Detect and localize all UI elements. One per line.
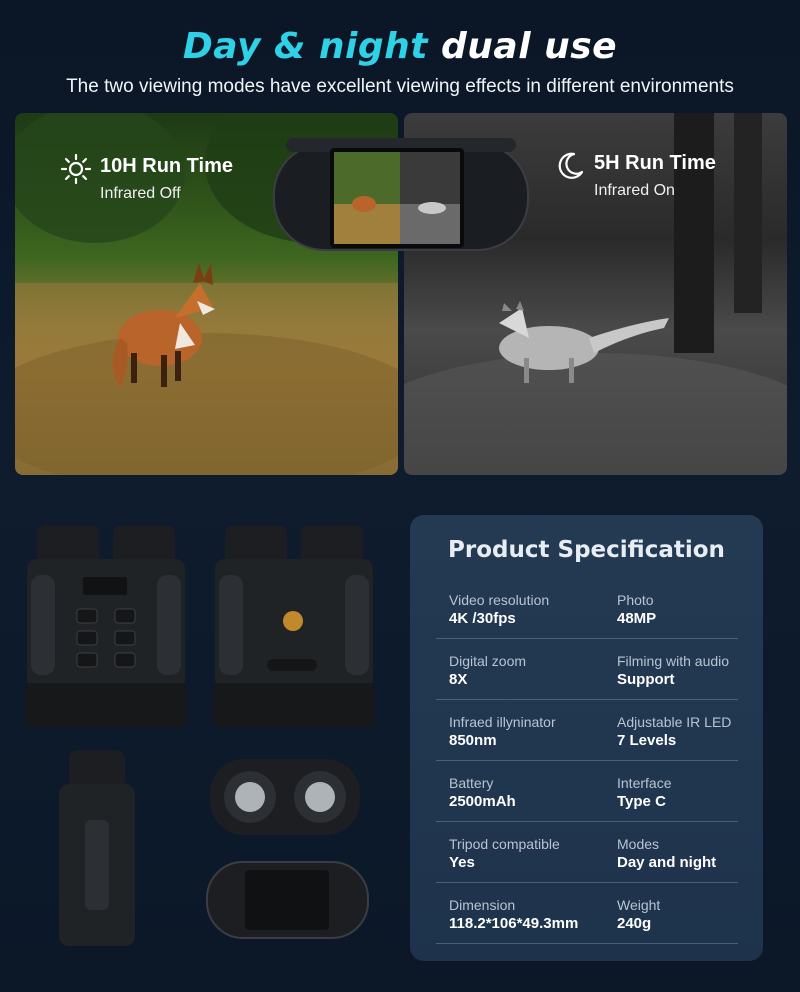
- spec-value: 850nm: [449, 732, 497, 749]
- device-screen-preview: [273, 138, 529, 251]
- page-subtitle: The two viewing modes have excellent vie…: [66, 76, 734, 97]
- spec-label: Infraed illyninator: [449, 714, 556, 730]
- spec-title: Product Specification: [448, 537, 725, 563]
- spec-value: 240g: [617, 915, 652, 932]
- spec-label: Tripod compatible: [449, 836, 560, 852]
- spec-row: Battery 2500mAh Interface Type C: [436, 760, 738, 822]
- spec-row: Digital zoom 8X Filming with audio Support: [436, 638, 738, 700]
- spec-value: 7 Levels: [617, 732, 677, 749]
- spec-value: 2500mAh: [449, 793, 516, 810]
- spec-label: Interface: [617, 775, 672, 791]
- binocular-top-view: [210, 759, 360, 835]
- title-rest: dual use: [441, 26, 618, 67]
- spec-value: Yes: [449, 854, 475, 871]
- day-runtime: 10H Run Time: [100, 155, 233, 177]
- spec-value: 48MP: [617, 610, 657, 627]
- spec-label: Adjustable IR LED: [617, 714, 732, 730]
- binocular-side-view: [59, 750, 135, 946]
- product-views: [15, 515, 395, 955]
- binocular-front-view: [25, 525, 187, 727]
- page-title: Day & night dual use: [0, 26, 800, 67]
- night-infrared: Infrared On: [594, 182, 675, 199]
- spec-row: Tripod compatible Yes Modes Day and night: [436, 821, 738, 883]
- spec-label: Modes: [617, 836, 660, 852]
- binocular-back-view: [213, 525, 375, 727]
- spec-row: Infraed illyninator 850nm Adjustable IR L…: [436, 699, 738, 761]
- spec-value: 8X: [449, 671, 468, 688]
- spec-card: Product Specification Video resolution 4K…: [410, 515, 763, 961]
- night-mode-label: 5H Run Time Infrared On: [554, 150, 716, 200]
- spec-label: Battery: [449, 775, 494, 791]
- spec-value: Type C: [617, 793, 666, 810]
- spec-row: Video resolution 4K /30fps Photo 48MP: [436, 577, 738, 639]
- product-page: Day & night dual use The two viewing mod…: [0, 0, 800, 992]
- moon-icon: [558, 152, 584, 179]
- spec-value: Day and night: [617, 854, 717, 871]
- spec-label: Dimension: [449, 897, 516, 913]
- spec-label: Weight: [617, 897, 661, 913]
- day-infrared: Infrared Off: [100, 185, 181, 202]
- night-runtime: 5H Run Time: [594, 152, 716, 174]
- spec-value: Support: [617, 671, 675, 688]
- sun-icon: [60, 153, 92, 185]
- spec-label: Photo: [617, 592, 654, 608]
- spec-value: 118.2*106*49.3mm: [449, 915, 579, 932]
- spec-label: Video resolution: [449, 592, 550, 608]
- spec-label: Digital zoom: [449, 653, 527, 669]
- spec-label: Filming with audio: [617, 653, 730, 669]
- title-accent: Day & night: [182, 26, 428, 67]
- spec-row: Dimension 118.2*106*49.3mm Weight 240g: [436, 882, 738, 944]
- spec-value: 4K /30fps: [449, 610, 516, 627]
- day-mode-label: 10H Run Time Infrared Off: [60, 153, 233, 203]
- binocular-screen-view: [206, 861, 369, 939]
